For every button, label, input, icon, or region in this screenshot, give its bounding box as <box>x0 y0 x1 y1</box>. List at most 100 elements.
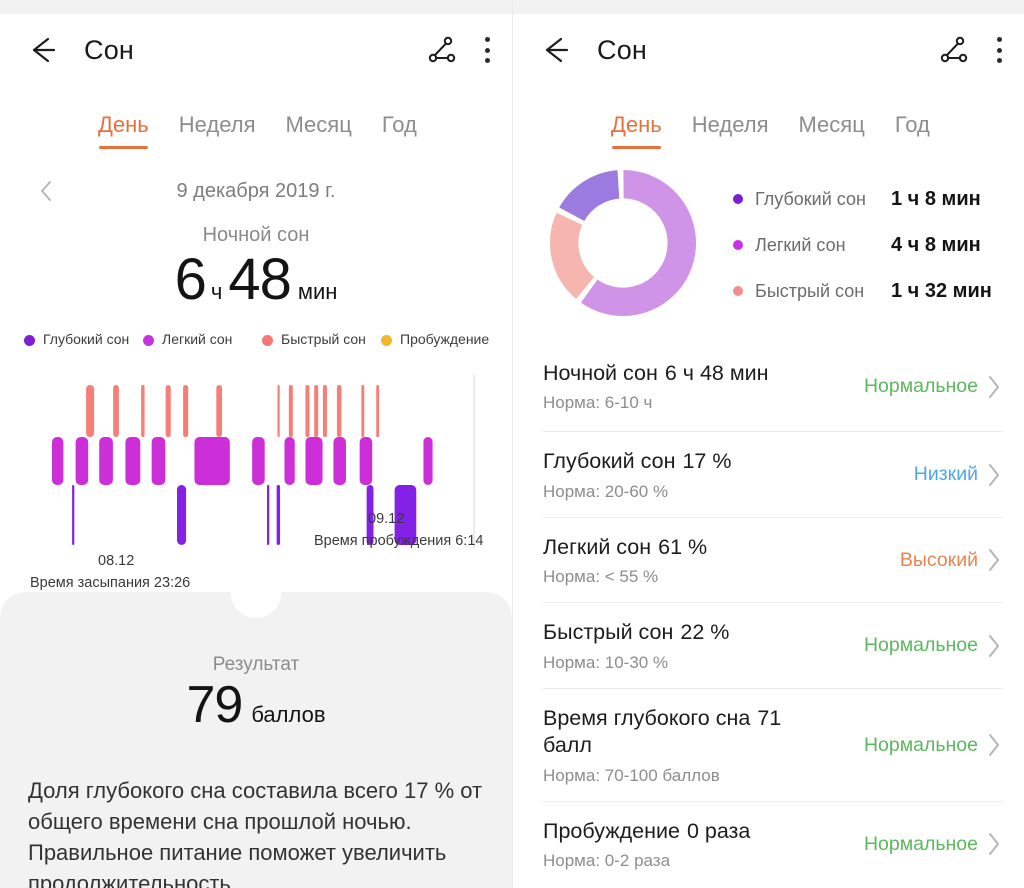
more-dot <box>996 47 1002 53</box>
status-bar <box>0 0 512 14</box>
hypnogram-segment-light <box>359 436 373 485</box>
page-title: Сон <box>84 34 135 65</box>
status-badge: Нормальное <box>863 634 978 657</box>
chevron-right-icon[interactable] <box>987 462 1002 488</box>
donut-slice-1 <box>548 210 597 302</box>
metric-right: Высокий <box>900 547 1002 573</box>
metrics-list: Ночной сон 6 ч 48 мин Норма: 6-10 ч Норма… <box>513 347 1024 886</box>
metric-norm: Норма: 20-60 % <box>543 481 669 501</box>
legend-dot-awake-icon <box>381 335 392 346</box>
legend-item-awake: Пробуждение <box>381 331 500 349</box>
metric-left: Пробуждение 0 раза Норма: 0-2 раза <box>543 818 843 872</box>
share-icon[interactable] <box>426 34 458 66</box>
more-dot <box>484 58 490 63</box>
hypnogram-start-date: 08.12 <box>98 552 135 569</box>
metric-row-night-sleep[interactable]: Ночной сон 6 ч 48 мин Норма: 6-10 ч Норма… <box>543 347 1002 431</box>
tab-month[interactable]: Месяц <box>798 112 864 149</box>
hypnogram-segment-light <box>75 436 89 485</box>
donut-legend: Глубокий сон 1 ч 8 мин Легкий сон 4 ч 8 … <box>733 184 992 303</box>
donut-legend-value-light: 4 ч 8 мин <box>891 233 981 256</box>
hypnogram-svg <box>52 374 475 549</box>
more-dot <box>484 47 490 53</box>
hypnogram-segment-rem <box>361 384 365 437</box>
metric-name: Быстрый сон <box>543 620 674 645</box>
legend-dot-deep-icon <box>24 335 35 346</box>
metric-row-awakenings[interactable]: Пробуждение 0 раза Норма: 0-2 раза Нормал… <box>543 800 1002 887</box>
legend-label-rem: Быстрый сон <box>281 331 366 347</box>
chevron-right-icon[interactable] <box>987 732 1002 758</box>
page-title: Сон <box>597 34 648 65</box>
metric-row-deep-sleep[interactable]: Глубокий сон 17 % Норма: 20-60 % Низкий <box>543 431 1002 517</box>
donut-slice-2 <box>556 168 622 224</box>
tab-day[interactable]: День <box>611 112 662 149</box>
hypnogram-segment-rem <box>277 384 280 437</box>
metric-title: Быстрый сон 22 % <box>543 619 831 647</box>
app-bar-left: Сон <box>0 14 512 86</box>
chevron-right-icon[interactable] <box>987 547 1002 573</box>
chevron-right-icon[interactable] <box>987 374 1002 400</box>
metric-left: Легкий сон 61 % Норма: < 55 % <box>543 534 843 588</box>
hypnogram-segment-rem <box>314 384 319 437</box>
metric-title: Пробуждение 0 раза <box>543 818 831 846</box>
legend-label-deep: Глубокий сон <box>43 331 130 347</box>
tab-year[interactable]: Год <box>382 112 417 149</box>
metric-row-deep-sleep-time[interactable]: Время глубокого сна 71 балл Норма: 70-100… <box>543 687 1002 801</box>
hypnogram-segment-rem <box>183 384 189 437</box>
more-vertical-icon[interactable] <box>484 35 490 65</box>
donut-legend-item-light: Легкий сон 4 ч 8 мин <box>733 234 992 257</box>
metric-norm: Норма: 6-10 ч <box>543 393 653 413</box>
hypnogram-segment-rem <box>165 384 171 437</box>
donut-legend-value-rem: 1 ч 32 мин <box>891 279 992 302</box>
stage-legend: Глубокий сон Легкий сон Быстрый сон Проб… <box>0 309 512 349</box>
back-arrow-icon[interactable] <box>539 33 573 67</box>
metric-norm: Норма: 0-2 раза <box>543 851 671 871</box>
metric-left: Время глубокого сна 71 балл Норма: 70-100… <box>543 705 843 786</box>
current-date-label: 9 декабря 2019 г. <box>176 179 336 202</box>
legend-label-light: Легкий сон <box>162 331 233 347</box>
hypnogram-segment-rem <box>322 384 327 437</box>
status-bar <box>513 0 1024 14</box>
tab-year[interactable]: Год <box>895 112 930 149</box>
metric-row-light-sleep[interactable]: Легкий сон 61 % Норма: < 55 % Высокий <box>543 516 1002 603</box>
dual-screenshot-container: Сон День Неделя Месяц Год 9 декабря 2019… <box>0 0 1024 888</box>
metric-name: Время глубокого сна <box>543 705 751 730</box>
tab-day[interactable]: День <box>98 112 149 149</box>
status-badge: Низкий <box>913 463 978 486</box>
tab-week[interactable]: Неделя <box>692 112 769 149</box>
metric-title: Глубокий сон 17 % <box>543 448 831 476</box>
tab-month[interactable]: Месяц <box>285 112 351 149</box>
metric-right: Нормальное <box>864 374 1002 400</box>
metric-name: Ночной сон <box>543 360 658 385</box>
share-icon[interactable] <box>938 34 970 66</box>
legend-item-rem: Быстрый сон <box>262 331 381 349</box>
legend-dot-deep-icon <box>733 194 743 204</box>
metric-title: Ночной сон 6 ч 48 мин <box>543 360 831 388</box>
metric-row-rem-sleep[interactable]: Быстрый сон 22 % Норма: 10-30 % Нормально… <box>543 602 1002 688</box>
tab-week[interactable]: Неделя <box>179 112 256 149</box>
metric-right: Нормальное <box>864 831 1002 857</box>
sleep-duration: 6 ч 48 мин <box>0 251 512 309</box>
hypnogram-segment-light <box>99 436 113 485</box>
more-dot <box>484 37 490 42</box>
status-badge: Высокий <box>899 548 978 571</box>
legend-dot-rem-icon <box>733 286 743 296</box>
hypnogram-segment-light <box>284 436 295 485</box>
metric-title: Легкий сон 61 % <box>543 534 831 562</box>
hypnogram-end-date: 09.12 <box>368 510 405 527</box>
hypnogram-segment-rem <box>376 384 380 437</box>
metric-value: 0 раза <box>686 818 751 843</box>
period-tabs-right: День Неделя Месяц Год <box>513 86 1024 149</box>
duration-minutes-unit: мин <box>297 279 338 304</box>
score-value: 79 <box>186 676 243 734</box>
hypnogram-segment-light <box>52 436 64 485</box>
back-arrow-icon[interactable] <box>26 33 60 67</box>
legend-dot-light-icon <box>143 335 154 346</box>
chevron-right-icon[interactable] <box>987 633 1002 659</box>
hypnogram-segment-rem <box>305 384 310 437</box>
more-vertical-icon[interactable] <box>996 35 1002 65</box>
duration-minutes: 48 <box>228 247 292 312</box>
metric-name: Легкий сон <box>543 534 652 559</box>
metric-left: Быстрый сон 22 % Норма: 10-30 % <box>543 619 843 673</box>
chevron-right-icon[interactable] <box>987 831 1002 857</box>
metric-right: Нормальное <box>864 732 1002 758</box>
